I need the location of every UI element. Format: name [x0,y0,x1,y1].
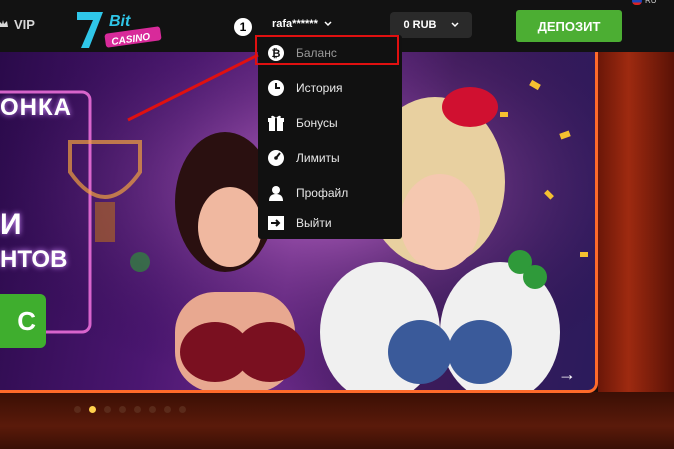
bitcoin-icon: ₿ [266,43,286,63]
svg-text:Bit: Bit [109,13,131,30]
menu-item-label: Лимиты [296,151,340,165]
svg-text:₿: ₿ [272,48,281,60]
menu-item-bonuses[interactable]: Бонусы [258,108,402,138]
menu-item-balance[interactable]: ₿ Баланс [258,38,402,68]
crown-icon [0,20,8,27]
slider-dot[interactable] [179,406,186,413]
user-dropdown-menu: ₿ Баланс История Бонусы Лимиты Профайл В… [258,35,402,239]
chevron-down-icon [324,21,332,27]
casino-logo[interactable]: Bit CASINO [75,8,175,50]
banner-subline-2: НТОВ [0,246,68,273]
language-selector[interactable]: RU [632,0,657,5]
banner-cta-button[interactable]: С [0,294,46,348]
deposit-button[interactable]: ДЕПОЗИТ [516,10,622,42]
menu-item-label: История [296,81,343,95]
menu-item-limits[interactable]: Лимиты [258,143,402,173]
user-menu-toggle[interactable]: rafa****** [272,18,332,30]
clock-icon [266,78,286,98]
slider-dot[interactable] [104,406,111,413]
chevron-down-icon [450,22,459,28]
slider-pagination [74,406,186,413]
slider-dot[interactable] [134,406,141,413]
next-slide-arrow-icon[interactable]: → [558,364,576,385]
menu-item-logout[interactable]: Выйти [258,208,402,238]
banner-subline: И [0,208,22,241]
gauge-icon [266,148,286,168]
slider-dot-active[interactable] [89,406,96,413]
username-label: rafa****** [272,18,318,30]
logout-icon [266,213,286,233]
step-number-badge: 1 [234,18,252,36]
gift-icon [266,113,286,133]
decorative-frame-right [598,52,674,392]
language-label: RU [645,0,657,5]
menu-item-history[interactable]: История [258,73,402,103]
slider-dot[interactable] [119,406,126,413]
slider-dot[interactable] [74,406,81,413]
decorative-frame-bottom [0,392,674,449]
balance-value: 0 RUB [403,19,437,31]
vip-link[interactable]: VIP [0,13,35,35]
menu-item-profile[interactable]: Профайл [258,178,402,208]
menu-item-label: Профайл [296,186,349,200]
flag-icon [632,0,642,5]
slider-dot[interactable] [149,406,156,413]
slider-dot[interactable] [164,406,171,413]
menu-item-label: Бонусы [296,116,338,130]
banner-headline: ОНКА [0,94,72,121]
menu-item-label: Выйти [296,216,332,230]
menu-item-label: Баланс [296,46,337,60]
balance-selector[interactable]: 0 RUB [390,12,472,38]
vip-label: VIP [14,16,35,32]
user-icon [266,183,286,203]
